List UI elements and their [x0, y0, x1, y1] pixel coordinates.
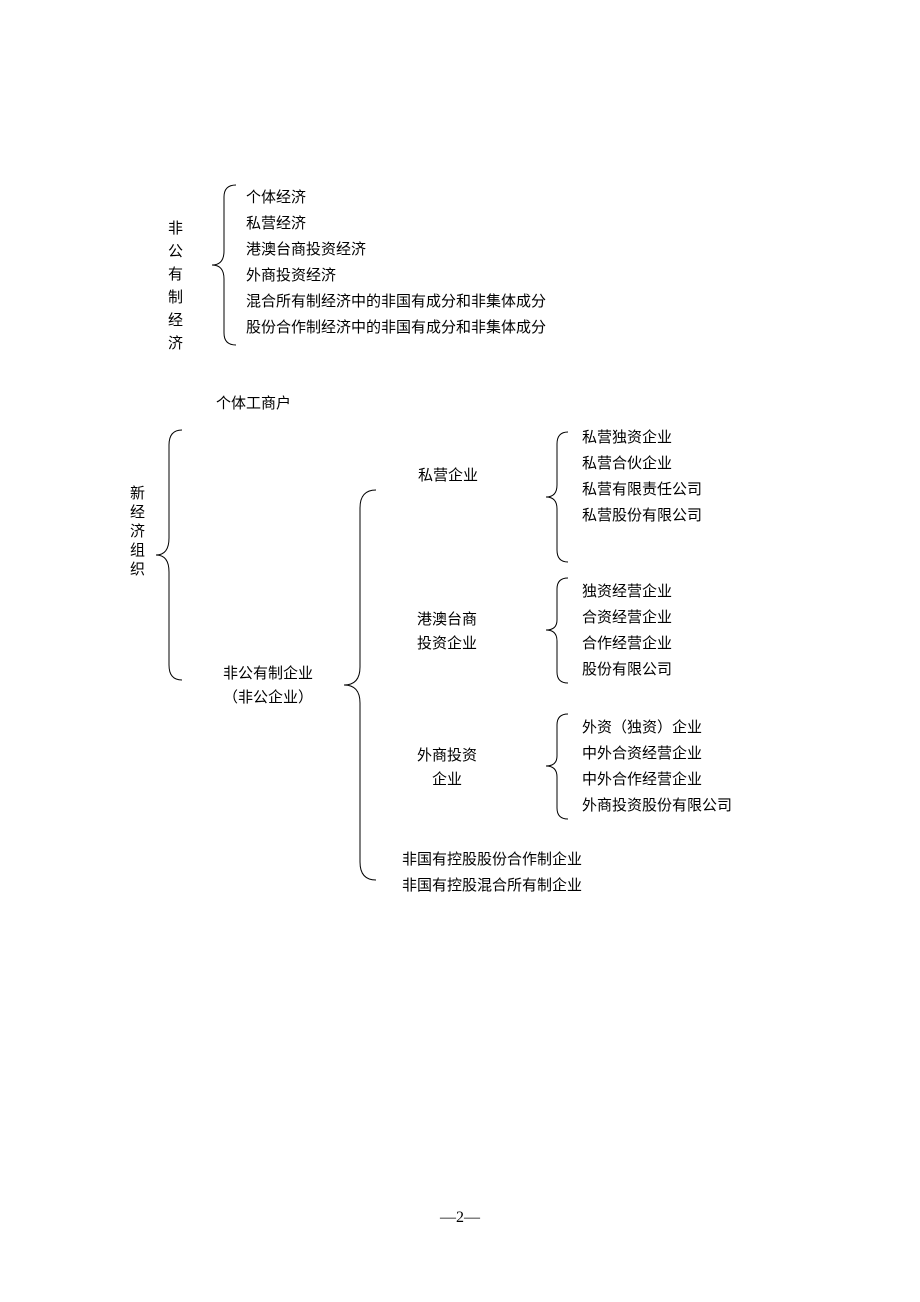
section1-item-0: 个体经济 [246, 186, 306, 210]
branch-2-label-2: 企业 [402, 768, 492, 792]
branch-2-item-0: 外资（独资）企业 [582, 716, 702, 740]
brace-branch-0 [543, 432, 571, 562]
section2-label: 新经济组织 [128, 485, 143, 580]
section2-bottom-1: 非国有控股混合所有制企业 [402, 874, 582, 898]
branch-2-item-2: 中外合作经营企业 [582, 768, 702, 792]
section1-label: 非公有制经济 [166, 220, 181, 358]
section1-item-3: 外商投资经济 [246, 264, 336, 288]
branch-2-label-1: 外商投资 [402, 744, 492, 768]
branch-0-item-3: 私营股份有限公司 [582, 504, 702, 528]
section1-item-1: 私营经济 [246, 212, 306, 236]
section2-bottom-0: 非国有控股股份合作制企业 [402, 848, 582, 872]
section2-top-item: 个体工商户 [216, 392, 291, 416]
branch-1-item-0: 独资经营企业 [582, 580, 672, 604]
branch-2-item-3: 外商投资股份有限公司 [582, 794, 732, 818]
branch-0-item-0: 私营独资企业 [582, 426, 672, 450]
branch-2-item-1: 中外合资经营企业 [582, 742, 702, 766]
page-number: —2— [0, 1209, 920, 1227]
branch-1-label-1: 港澳台商 [402, 608, 492, 632]
brace-nonpublic [340, 490, 380, 880]
section1-item-5: 股份合作制经济中的非国有成分和非集体成分 [246, 316, 546, 340]
section1-item-2: 港澳台商投资经济 [246, 238, 366, 262]
branch-0-item-2: 私营有限责任公司 [582, 478, 702, 502]
branch-1-item-3: 股份有限公司 [582, 658, 672, 682]
branch-1-item-2: 合作经营企业 [582, 632, 672, 656]
branch-1-label-2: 投资企业 [402, 632, 492, 656]
brace-section1 [210, 185, 238, 345]
brace-branch-1 [543, 578, 571, 683]
section2-mid-label-1: 非公有制企业 [208, 662, 328, 686]
branch-1-item-1: 合资经营企业 [582, 606, 672, 630]
section1-item-4: 混合所有制经济中的非国有成分和非集体成分 [246, 290, 546, 314]
branch-0-label: 私营企业 [418, 464, 478, 488]
branch-0-item-1: 私营合伙企业 [582, 452, 672, 476]
brace-branch-2 [543, 714, 571, 819]
brace-section2-outer [152, 430, 186, 680]
section2-mid-label-2: （非公企业） [208, 686, 328, 710]
